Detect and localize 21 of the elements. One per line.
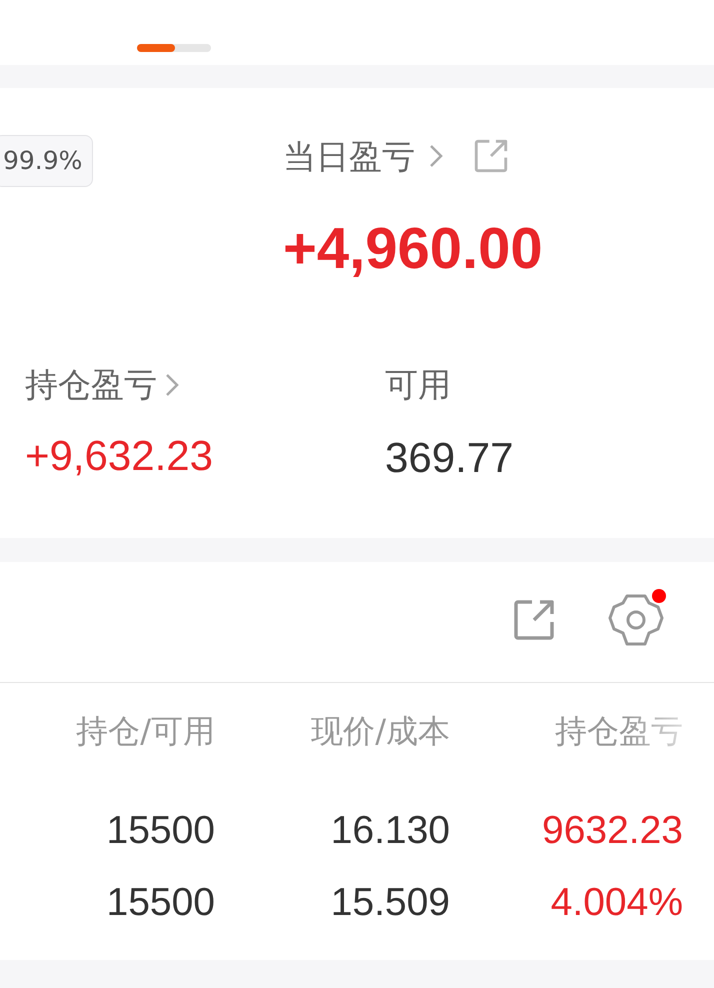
column-header: 持仓/可用 [76,711,215,752]
daily-pnl-value: +4,960.00 [283,220,543,278]
ratio-tag: 99.9% [0,135,94,187]
table-cell: 9632.23 [542,811,683,850]
holding-pnl-label: 持仓盈亏 [25,368,157,401]
holding-pnl-value: +9,632.23 [25,435,214,477]
chevron-icon[interactable] [165,372,179,396]
daily-pnl-label: 当日盈亏 [283,140,415,172]
share-icon[interactable] [512,598,556,642]
column-header: 持仓盈亏 [555,711,683,752]
settings-icon[interactable] [608,593,664,647]
available-label: 可用 [385,365,451,404]
table-cell: 15500 [106,811,215,850]
share-icon[interactable] [473,138,509,174]
chevron-icon[interactable] [429,144,443,168]
available-value: 369.77 [385,437,514,479]
table-cell: 15500 [106,883,215,922]
table-cell: 15.509 [330,883,450,922]
table-cell: 4.004% [550,883,683,922]
column-header: 现价/成本 [311,711,450,752]
table-cell: 16.130 [330,811,450,850]
